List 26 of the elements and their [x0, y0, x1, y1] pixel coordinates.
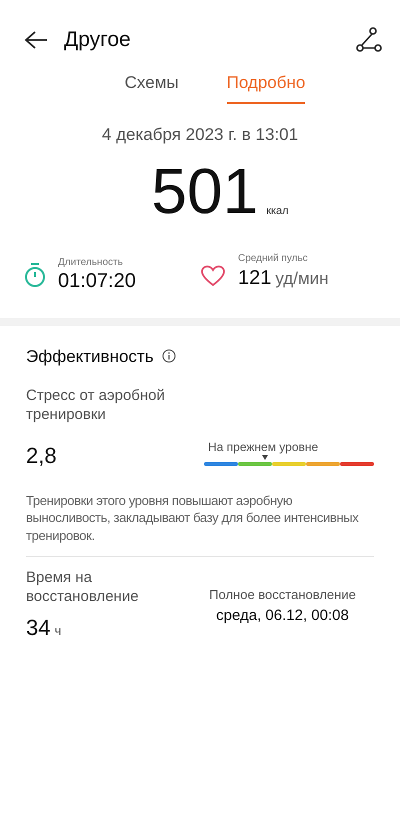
- stress-value: 2,8: [26, 442, 58, 470]
- section-title: Эффективность: [26, 346, 154, 368]
- stat-label: Длительность: [58, 256, 124, 270]
- full-recovery-label: Полное восстановление: [208, 586, 357, 604]
- recovery-value: 34: [26, 614, 50, 642]
- heart-icon: [200, 264, 226, 288]
- info-icon: [162, 349, 176, 364]
- full-recovery-value: среда, 06.12, 00:08: [215, 606, 350, 626]
- recovery-unit: ч: [54, 622, 62, 640]
- stat-unit: уд/мин: [275, 268, 329, 290]
- stress-label: Стресс от аэробной тренировки: [26, 387, 166, 424]
- recovery-label: Время на восстановление: [26, 569, 140, 607]
- description-text: Тренировки этого уровня повышают аэробную выносливость, закладывают базу для более интенсивных тренировок.: [26, 492, 360, 544]
- stat-value: 01:07:20: [58, 270, 136, 292]
- tab[interactable]: Схемы: [124, 70, 179, 104]
- stat-value: 121: [238, 267, 272, 289]
- calories-value: 501: [151, 159, 258, 223]
- date-text: 4 декабря 2023 г. в 13:01: [100, 124, 300, 146]
- page-title: Другое: [64, 27, 131, 54]
- stopwatch-icon: [24, 262, 46, 288]
- stat-label: Средний пульс: [238, 252, 309, 266]
- scale-label: На прежнем уровне: [207, 438, 320, 456]
- back-icon[interactable]: [24, 30, 48, 50]
- calories-unit: ккал: [266, 204, 289, 218]
- level-marker-icon: [262, 454, 268, 460]
- route-icon[interactable]: [356, 27, 382, 53]
